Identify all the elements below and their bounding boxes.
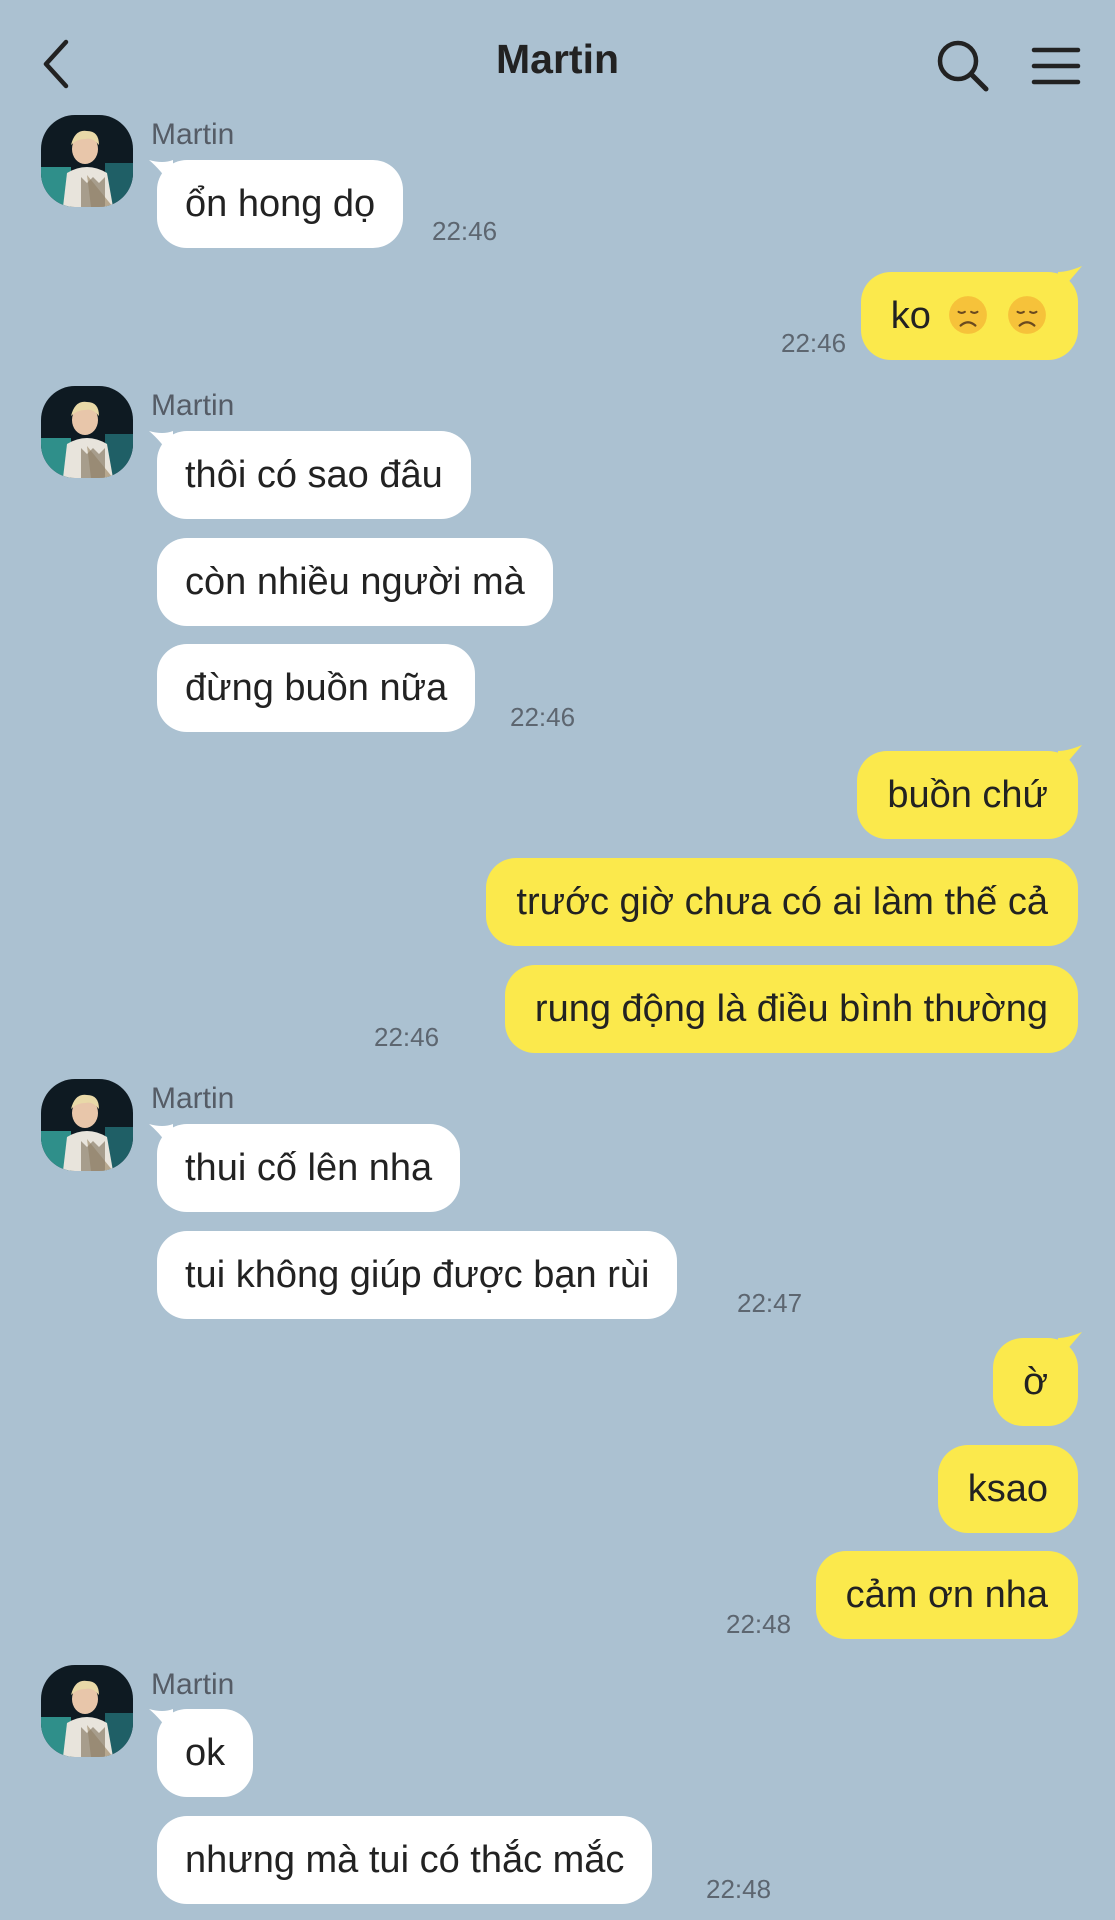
bubble-tail: [1058, 1332, 1082, 1360]
outgoing-message[interactable]: rung động là điều bình thường: [504, 965, 1078, 1053]
message-time: 22:47: [737, 1288, 803, 1318]
incoming-message[interactable]: tui không giúp được bạn rùi: [157, 1231, 678, 1319]
avatar-photo: [41, 1079, 133, 1171]
menu-button[interactable]: [1030, 42, 1082, 90]
hamburger-menu-icon: [1031, 47, 1081, 85]
incoming-message[interactable]: thôi có sao đâu: [157, 431, 471, 519]
outgoing-message[interactable]: buồn chứ: [857, 751, 1078, 839]
avatar-photo: [41, 115, 133, 207]
incoming-message[interactable]: thui cố lên nha: [157, 1124, 461, 1212]
message-time: 22:46: [432, 216, 498, 246]
incoming-message[interactable]: còn nhiều người mà: [157, 538, 553, 626]
avatar[interactable]: [41, 1079, 133, 1171]
avatar[interactable]: [41, 1665, 133, 1757]
bubble-tail: [149, 1124, 173, 1152]
message-time: 22:48: [706, 1874, 772, 1904]
bubble-tail: [1058, 745, 1082, 773]
message-time: 22:46: [374, 1022, 440, 1052]
sender-name: Martin: [151, 1668, 235, 1701]
avatar-photo: [41, 386, 133, 478]
chat-screen: Martin Martin ổn hong dọ 22:46 ko 22:46 …: [0, 0, 1115, 1920]
bubble-tail: [149, 431, 173, 459]
outgoing-message[interactable]: trước giờ chưa có ai làm thế cả: [486, 858, 1078, 946]
sender-name: Martin: [151, 389, 235, 422]
outgoing-message[interactable]: ko: [860, 272, 1078, 360]
outgoing-message[interactable]: cảm ơn nha: [815, 1551, 1078, 1639]
bubble-tail: [1058, 266, 1082, 294]
search-icon: [937, 40, 989, 92]
avatar[interactable]: [41, 115, 133, 207]
message-text: ko: [890, 295, 931, 337]
sender-name: Martin: [151, 1082, 235, 1115]
search-button[interactable]: [935, 38, 991, 94]
message-time: 22:46: [781, 328, 847, 358]
message-time: 22:48: [726, 1609, 792, 1639]
bubble-tail: [149, 160, 173, 188]
incoming-message[interactable]: ổn hong dọ: [157, 160, 404, 248]
incoming-message[interactable]: nhưng mà tui có thắc mắc: [157, 1816, 653, 1904]
bubble-tail: [149, 1709, 173, 1737]
avatar-photo: [41, 1665, 133, 1757]
sender-name: Martin: [151, 118, 235, 151]
outgoing-message[interactable]: ksao: [937, 1445, 1078, 1533]
disappointed-face-icon: [949, 296, 988, 334]
disappointed-face-icon: [1008, 296, 1046, 334]
avatar[interactable]: [41, 386, 133, 478]
message-time: 22:46: [510, 702, 576, 732]
incoming-message[interactable]: đừng buồn nữa: [157, 644, 476, 732]
chat-header: Martin: [0, 0, 1115, 120]
